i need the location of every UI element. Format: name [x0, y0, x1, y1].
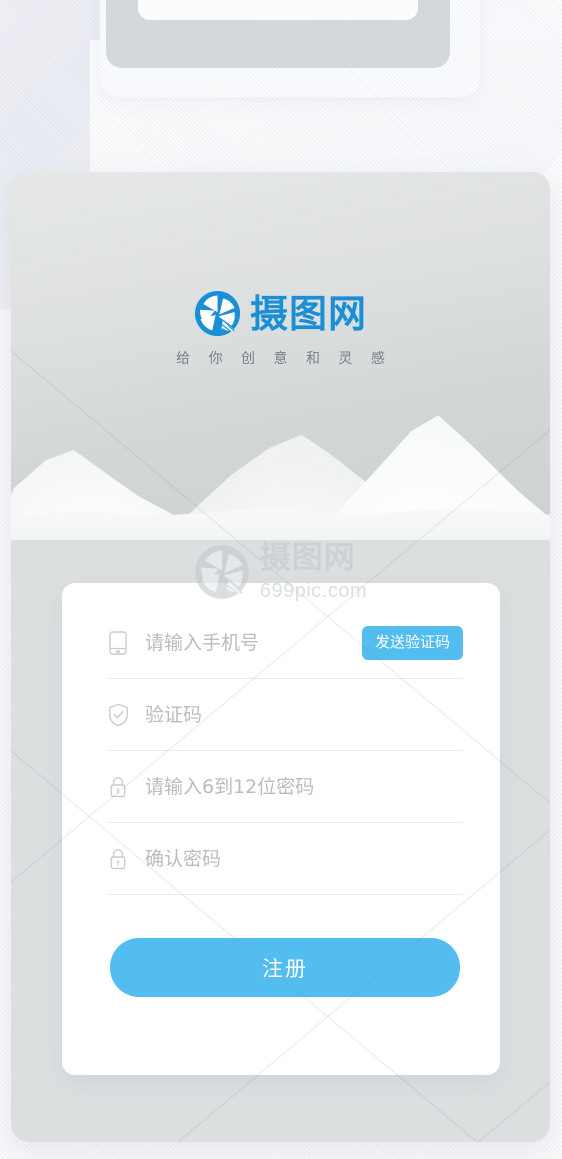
- phone-screen: 摄图网 给 你 创 意 和 灵 感 发送验证码: [11, 172, 550, 1142]
- password-input[interactable]: [145, 775, 463, 798]
- hero-header-image: 摄图网 给 你 创 意 和 灵 感: [11, 172, 550, 540]
- logo-row: 摄图网: [194, 290, 367, 337]
- phone-input[interactable]: [145, 631, 352, 654]
- send-code-button[interactable]: 发送验证码: [361, 625, 463, 660]
- registration-form-card: 发送验证码: [62, 583, 500, 1075]
- mockup-stage: 摄图网 给 你 创 意 和 灵 感 发送验证码: [0, 0, 562, 1159]
- confirm-password-input[interactable]: [145, 847, 463, 870]
- verification-code-field-row[interactable]: [107, 679, 463, 751]
- password-field-row[interactable]: [107, 751, 463, 823]
- register-button[interactable]: 注册: [110, 938, 460, 997]
- shield-check-icon: [107, 702, 129, 728]
- mockup-stack-card-inner: [138, 0, 418, 20]
- lock-icon: [107, 846, 129, 872]
- lock-icon: [107, 774, 129, 800]
- brand-tagline: 给 你 创 意 和 灵 感: [176, 351, 392, 367]
- brand-logo-lockup: 摄图网 给 你 创 意 和 灵 感: [11, 290, 550, 368]
- brand-wordmark: 摄图网: [249, 291, 367, 336]
- camera-aperture-icon: [194, 290, 241, 337]
- verification-code-input[interactable]: [145, 703, 463, 726]
- watermark-title: 摄图网: [259, 540, 356, 576]
- confirm-password-field-row[interactable]: [107, 823, 463, 895]
- phone-field-row[interactable]: 发送验证码: [107, 607, 463, 679]
- phone-icon: [107, 630, 129, 656]
